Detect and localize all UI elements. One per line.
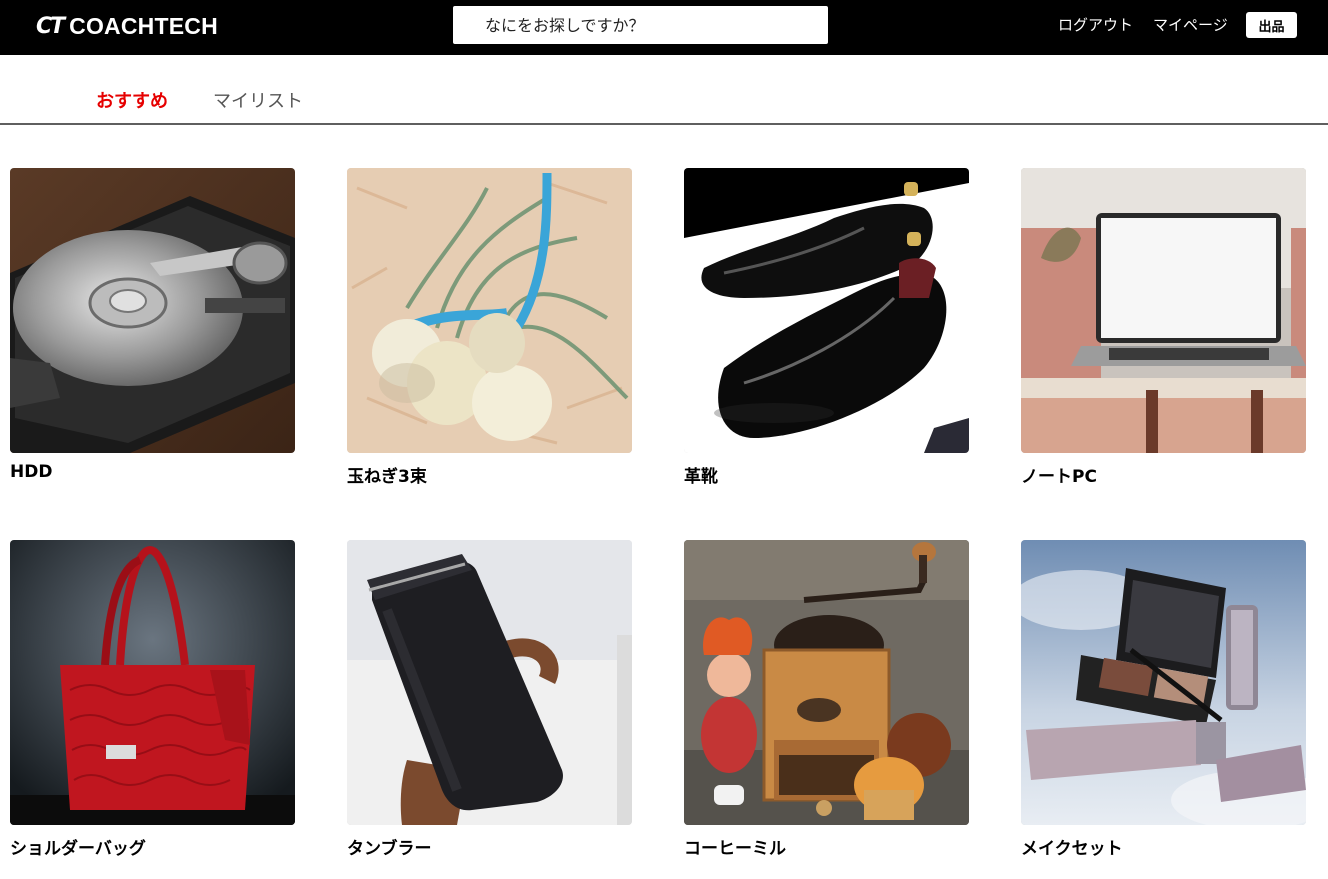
product-card-bag[interactable]: ショルダーバッグ (10, 540, 295, 859)
product-card-makeup[interactable]: メイクセット (1021, 540, 1306, 859)
sell-button[interactable]: 出品 (1246, 12, 1297, 38)
leather-shoes-image (684, 168, 969, 453)
laptop-image (1021, 168, 1306, 453)
product-name: コーヒーミル (684, 839, 786, 859)
product-card-tumbler[interactable]: タンブラー (347, 540, 632, 859)
coffee-mill-image (684, 540, 969, 825)
logo-text: COACHTECH (69, 12, 218, 39)
shoulder-bag-image (10, 540, 295, 825)
makeup-set-image (1021, 540, 1306, 825)
product-card-laptop[interactable]: ノートPC (1021, 168, 1306, 487)
onion-image (347, 168, 632, 453)
coachtech-logo[interactable]: CT COACHTECH (36, 12, 218, 40)
search-input[interactable] (453, 6, 828, 44)
tab-bar: おすすめ マイリスト (0, 55, 1328, 125)
product-name: 玉ねぎ3束 (347, 467, 427, 487)
product-name: メイクセット (1021, 839, 1123, 859)
product-card-onion[interactable]: 玉ねぎ3束 (347, 168, 632, 487)
tab-recommend[interactable]: おすすめ (96, 87, 168, 113)
mypage-link[interactable]: マイページ (1153, 14, 1228, 35)
product-name: タンブラー (347, 839, 432, 859)
product-name: ショルダーバッグ (10, 839, 146, 859)
product-card-shoes[interactable]: 革靴 (684, 168, 969, 487)
tumbler-image (347, 540, 632, 825)
product-name: 革靴 (684, 467, 718, 487)
product-name: HDD (10, 462, 53, 482)
product-card-hdd[interactable]: HDD (10, 168, 295, 482)
product-name: ノートPC (1021, 467, 1097, 487)
header: CT COACHTECH ログアウト マイページ 出品 (0, 0, 1328, 55)
tab-mylist[interactable]: マイリスト (213, 87, 303, 113)
logo-mark: CT (36, 13, 65, 39)
hard-disk-image (10, 168, 295, 453)
logout-link[interactable]: ログアウト (1058, 14, 1133, 35)
product-card-coffee-mill[interactable]: コーヒーミル (684, 540, 969, 859)
